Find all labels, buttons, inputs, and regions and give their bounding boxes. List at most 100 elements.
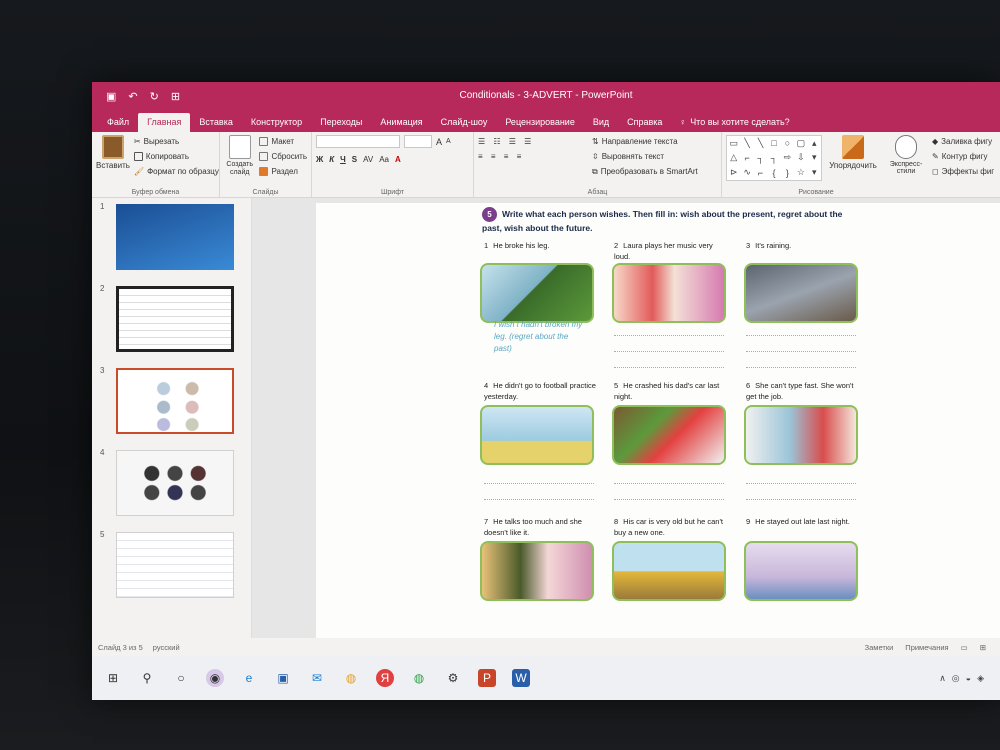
text-direction-button[interactable]: ⇅ Направление текста (592, 135, 698, 148)
chrome-icon[interactable]: ◍ (342, 669, 360, 687)
task-number-badge: 5 (482, 207, 497, 222)
search-icon[interactable]: ⚲ (138, 669, 156, 687)
edge-icon[interactable]: e (240, 669, 258, 687)
shapes-gallery[interactable]: ▭ ╲ ╲ □ ○ ▢ ▴ △ ⌐ ┐ ┐ ⇨ ⇩ ▾ ⊳ ∿ ⌐ { } ☆ (726, 135, 822, 181)
settings-icon[interactable]: ⚙ (444, 669, 462, 687)
app-icon[interactable]: ◉ (206, 669, 224, 687)
copy-button[interactable]: Копировать (133, 150, 219, 163)
underline-button[interactable]: Ч (340, 155, 346, 164)
new-slide-button[interactable]: Создать слайд (224, 135, 255, 185)
tray-expand-icon[interactable]: ∧ (939, 673, 946, 684)
tray-app-icon[interactable]: ◎ (952, 673, 960, 684)
tray-network-icon[interactable]: ◒ (966, 673, 971, 684)
yandex-icon[interactable]: Я (376, 669, 394, 687)
wave-shape-icon[interactable]: ∿ (743, 167, 751, 178)
comments-button[interactable]: Примечания (905, 643, 948, 652)
slide-thumbnail[interactable] (116, 204, 234, 270)
shape-fill-button[interactable]: ◆ Заливка фигу (932, 135, 994, 148)
mail-icon[interactable]: ✉ (308, 669, 326, 687)
cut-button[interactable]: ✂ Вырезать (134, 135, 219, 148)
arrow-right-shape-icon[interactable]: ⇨ (784, 152, 792, 163)
align-row[interactable]: ≡ ≡ ≡ ≡ (478, 150, 588, 163)
char-spacing-button[interactable]: AV (363, 155, 373, 164)
tab-animations[interactable]: Анимация (371, 113, 431, 132)
font-grow-icon[interactable]: A (436, 137, 442, 147)
slide-thumbnail-pane: 1 2 3 4 5 (92, 198, 252, 638)
current-slide[interactable]: 5 Write what each person wishes. Then fil… (316, 203, 1000, 638)
store-icon[interactable]: ▣ (274, 669, 292, 687)
tray-volume-icon[interactable]: ◈ (977, 673, 984, 684)
tab-file[interactable]: Файл (98, 113, 138, 132)
tell-me-box[interactable]: ♀ Что вы хотите сделать? (671, 113, 797, 132)
cortana-icon[interactable]: ○ (172, 669, 190, 687)
arrow-down-shape-icon[interactable]: ⇩ (797, 152, 805, 163)
tab-insert[interactable]: Вставка (190, 113, 241, 132)
paste-button[interactable]: Вставить (96, 135, 130, 185)
line-shape-icon[interactable]: ╲ (744, 138, 749, 149)
chrome-alt-icon[interactable]: ◍ (410, 669, 428, 687)
tab-help[interactable]: Справка (618, 113, 671, 132)
bullets-row[interactable]: ☰ ☷ ☰ ☰ (478, 135, 588, 148)
shadow-button[interactable]: S (352, 155, 357, 164)
gallery-scroll-icon[interactable]: ▴ (812, 138, 817, 149)
powerpoint-icon[interactable]: P (478, 669, 496, 687)
font-shrink-icon[interactable]: A (446, 138, 451, 145)
slide-thumbnail[interactable] (116, 532, 234, 598)
reset-button[interactable]: Сбросить (259, 150, 307, 163)
slide-thumbnail[interactable] (116, 450, 234, 516)
notes-button[interactable]: Заметки (865, 643, 894, 652)
format-painter-label: Формат по образцу (147, 167, 219, 176)
normal-view-icon[interactable]: ▭ (961, 643, 968, 652)
answer-line (614, 359, 724, 368)
font-name-field[interactable] (316, 135, 400, 148)
windows-icon[interactable]: ⊞ (104, 669, 122, 687)
rounded-shape-icon[interactable]: ▢ (797, 138, 806, 149)
brace-left-shape-icon[interactable]: { (772, 168, 775, 178)
quick-styles-button[interactable]: Экспресс-стили (884, 135, 928, 185)
triangle-shape-icon[interactable]: △ (730, 152, 737, 163)
font-color-icon[interactable]: A (395, 155, 401, 164)
brace-right-shape-icon[interactable]: } (786, 168, 789, 178)
layout-button[interactable]: Макет (259, 135, 307, 148)
elbow-shape-icon[interactable]: ⌐ (745, 153, 750, 163)
section-label: Раздел (271, 167, 298, 176)
gallery-expand-icon[interactable]: ▾ (812, 167, 817, 178)
smartart-button[interactable]: ⧉ Преобразовать в SmartArt (592, 165, 698, 178)
bold-button[interactable]: Ж (316, 155, 323, 164)
oval-shape-icon[interactable]: ○ (785, 138, 790, 148)
shape-effects-button[interactable]: ◻ Эффекты фиг (932, 165, 994, 178)
thumbnail-row: 3 (92, 362, 252, 434)
tab-review[interactable]: Рецензирование (496, 113, 584, 132)
exercise-caption: 7 He talks too much and she doesn't like … (484, 517, 598, 538)
change-case-button[interactable]: Aa (379, 155, 389, 164)
word-icon[interactable]: W (512, 669, 530, 687)
star-shape-icon[interactable]: ☆ (797, 167, 805, 178)
textbox-shape-icon[interactable]: ▭ (729, 138, 738, 149)
slide-thumbnail[interactable] (116, 286, 234, 352)
italic-button[interactable]: К (329, 155, 334, 164)
tab-design[interactable]: Конструктор (242, 113, 311, 132)
rect-shape-icon[interactable]: □ (771, 138, 776, 148)
answer-line (614, 343, 724, 352)
tab-transitions[interactable]: Переходы (311, 113, 371, 132)
bend-shape-icon[interactable]: ┐ (757, 153, 763, 163)
slide-thumbnail-selected[interactable] (116, 368, 234, 434)
shape-outline-button[interactable]: ✎ Контур фигу (932, 150, 994, 163)
bracket-shape-icon[interactable]: ⌐ (758, 168, 763, 178)
tab-home[interactable]: Главная (138, 113, 191, 132)
tab-view[interactable]: Вид (584, 113, 618, 132)
format-painter-button[interactable]: 🖌 Формат по образцу (134, 165, 219, 178)
line2-shape-icon[interactable]: ╲ (758, 138, 763, 149)
item-number: 3 (746, 241, 751, 250)
bend2-shape-icon[interactable]: ┐ (771, 153, 777, 163)
tab-slideshow[interactable]: Слайд-шоу (432, 113, 497, 132)
curve-shape-icon[interactable]: ⊳ (730, 167, 738, 178)
thumbnail-row: 2 (92, 280, 252, 352)
align-text-button[interactable]: ⇳ Выровнять текст (592, 150, 698, 163)
section-button[interactable]: Раздел (259, 165, 307, 178)
font-size-field[interactable] (404, 135, 432, 148)
arrange-button[interactable]: Упорядочить (826, 135, 880, 185)
gallery-more-icon[interactable]: ▾ (812, 152, 817, 163)
sorter-view-icon[interactable]: ⊞ (980, 643, 986, 652)
language-indicator[interactable]: русский (153, 643, 180, 652)
